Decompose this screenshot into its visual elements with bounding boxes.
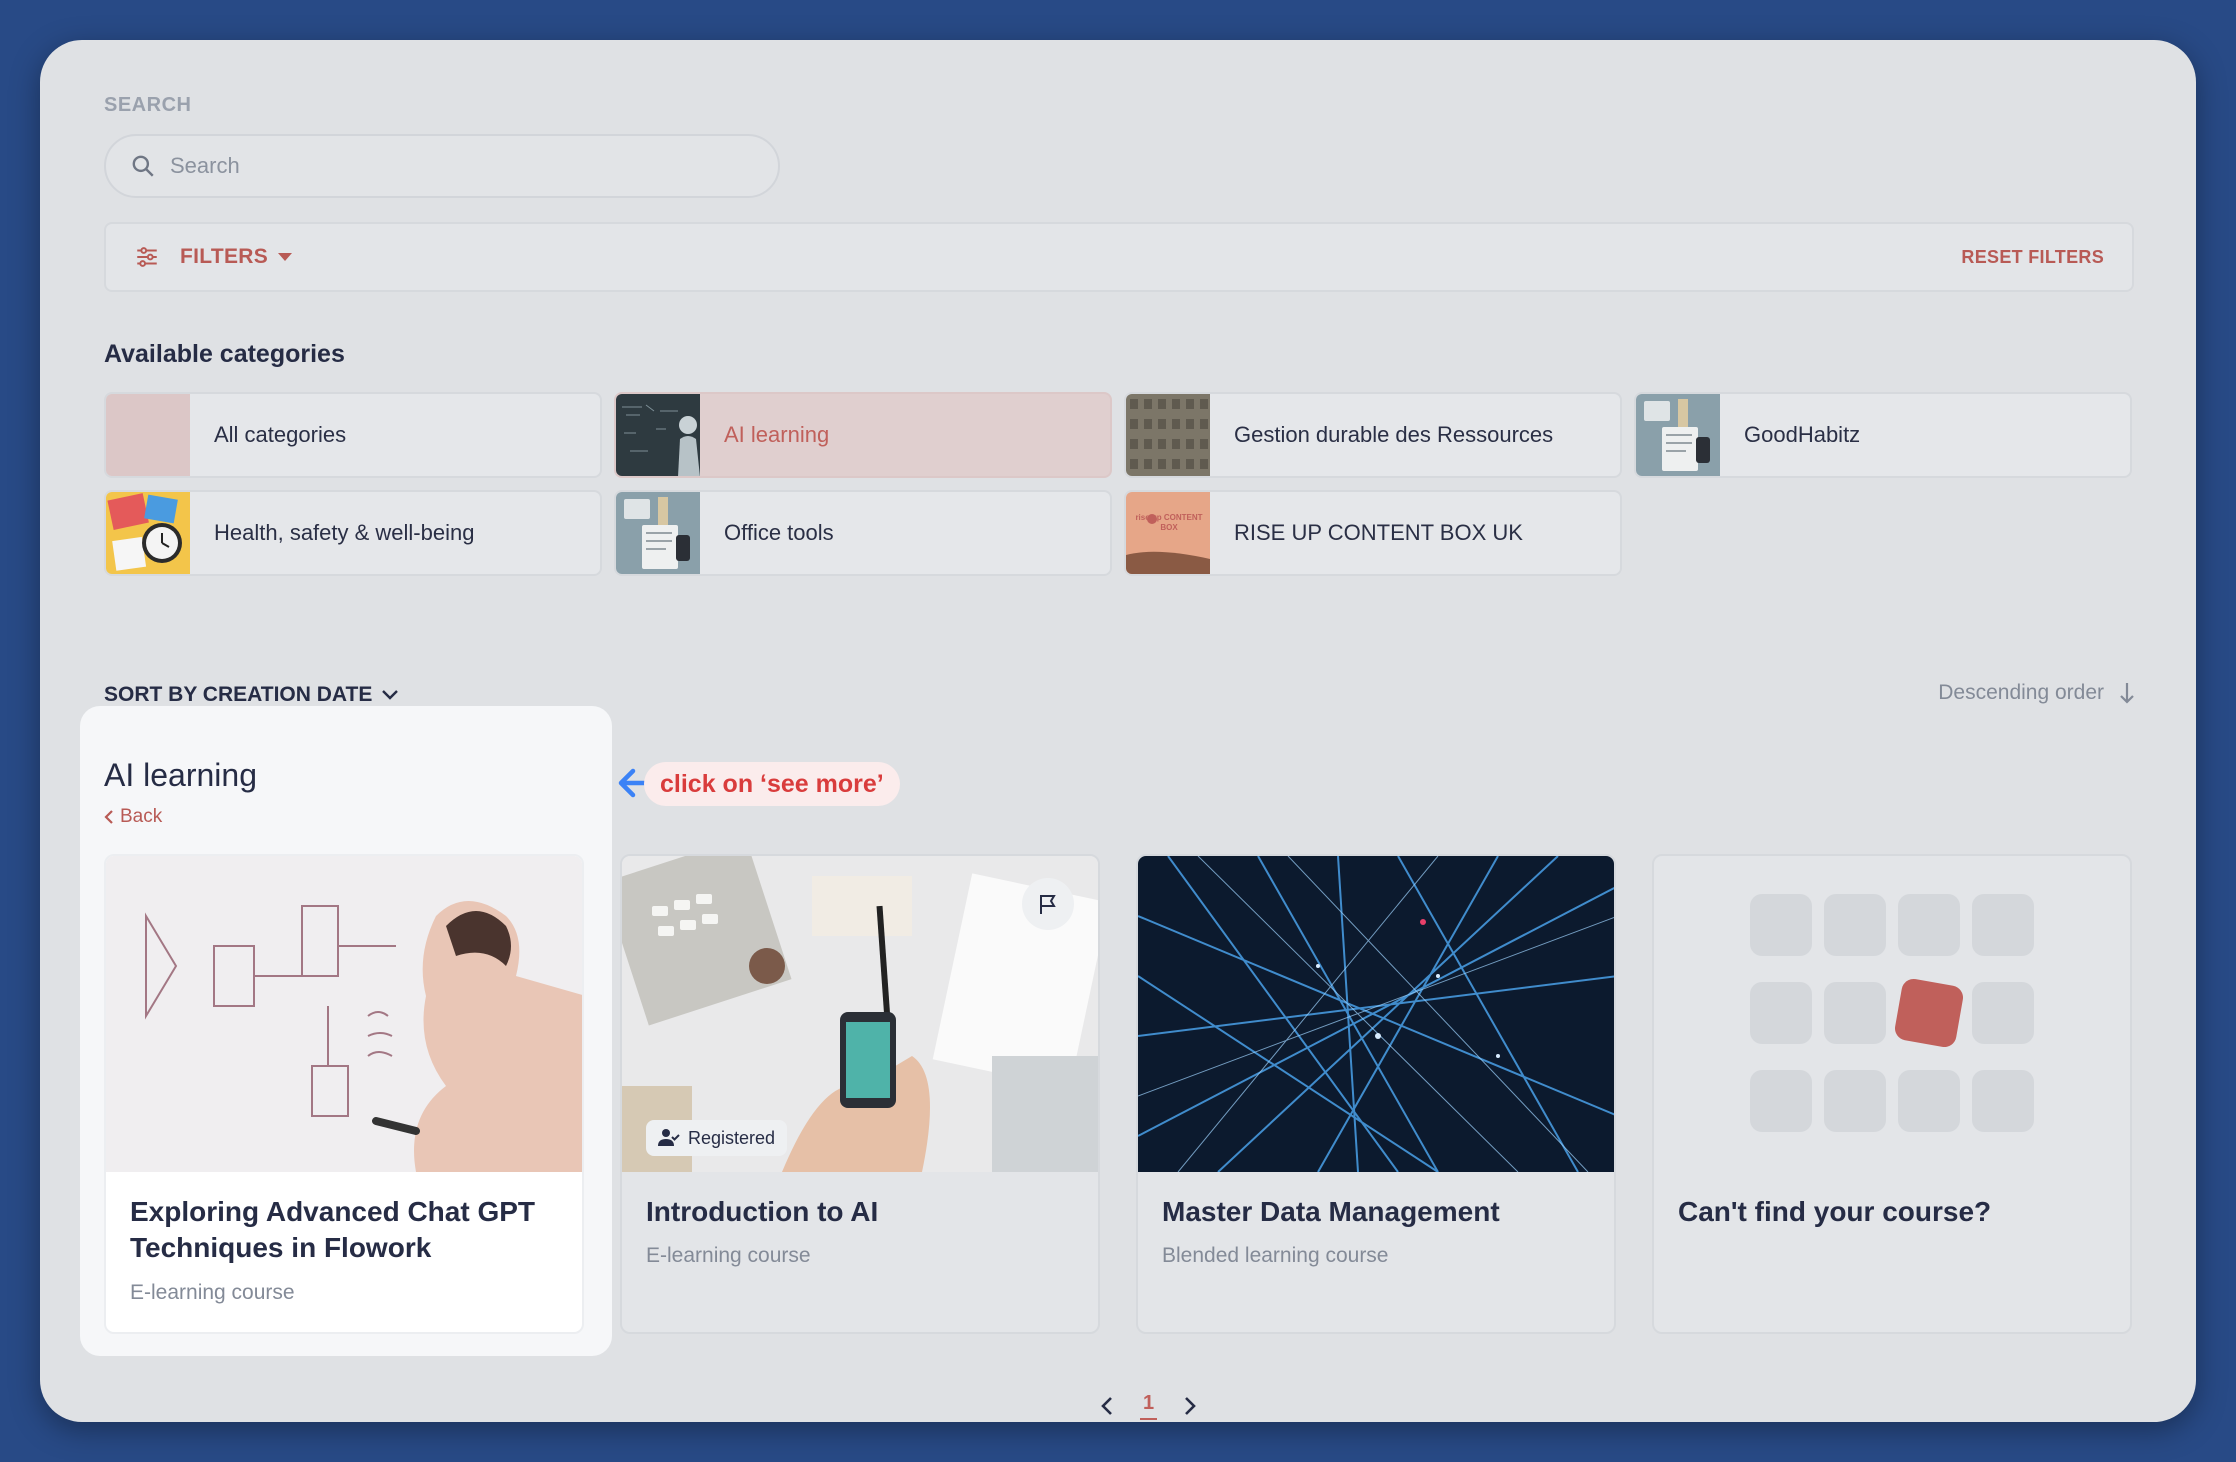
category-gestion-durable[interactable]: Gestion durable des Ressources (1124, 392, 1622, 478)
back-link[interactable]: Back (104, 806, 162, 828)
sort-order-label: Descending order (1938, 681, 2104, 704)
reset-filters-button[interactable]: RESET FILTERS (1961, 247, 2104, 268)
user-check-icon (658, 1129, 680, 1146)
search-input[interactable] (170, 153, 730, 179)
category-rise-up[interactable]: rise up CONTENT BOX RISE UP CONTENT BOX … (1124, 490, 1622, 576)
search-icon (132, 155, 154, 177)
filters-bar: FILTERS RESET FILTERS (104, 222, 2134, 292)
annotation-callout: click on ‘see more’ (644, 762, 900, 806)
category-thumbnail (1126, 394, 1210, 476)
course-card[interactable]: Registered Introduction to AI E-learning… (620, 854, 1100, 1334)
category-label: GoodHabitz (1744, 422, 1861, 447)
pagination: 1 (1100, 1392, 1197, 1420)
arrow-down-icon (2120, 683, 2134, 704)
category-thumbnail (616, 394, 700, 476)
back-label: Back (120, 806, 163, 827)
course-card[interactable]: Exploring Advanced Chat GPT Techniques i… (104, 854, 584, 1334)
course-title: Master Data Management (1162, 1196, 1500, 1227)
search-label: SEARCH (104, 94, 192, 116)
search-input-wrapper[interactable] (104, 134, 780, 198)
course-card[interactable]: Master Data Management Blended learning … (1136, 854, 1616, 1334)
badge-label: Registered (688, 1127, 776, 1148)
flag-icon (1040, 895, 1056, 914)
category-label: Health, safety & well-being (214, 520, 475, 545)
category-thumbnail (106, 492, 190, 574)
course-title: Exploring Advanced Chat GPT Techniques i… (130, 1196, 536, 1263)
registered-badge: Registered (646, 1120, 788, 1156)
category-thumbnail (106, 394, 190, 476)
category-thumbnail (616, 492, 700, 574)
chevron-left-icon[interactable] (1100, 1395, 1114, 1417)
course-type: E-learning course (646, 1244, 811, 1267)
category-label: Office tools (724, 520, 834, 545)
course-image (1138, 856, 1614, 1172)
course-image (106, 856, 582, 1172)
sliders-icon (137, 247, 157, 267)
category-ai-learning[interactable]: AI learning (614, 392, 1112, 478)
category-office-tools[interactable]: Office tools (614, 490, 1112, 576)
chevron-right-icon[interactable] (1183, 1395, 1197, 1417)
course-title: Can't find your course? (1678, 1196, 1992, 1227)
course-type: E-learning course (130, 1281, 295, 1304)
sort-by-dropdown[interactable]: SORT BY CREATION DATE (104, 683, 400, 707)
course-title: Introduction to AI (646, 1196, 879, 1227)
category-thumbnail: rise up CONTENT BOX (1126, 492, 1210, 574)
rise-up-logo-text: rise up CONTENT BOX (1135, 513, 1203, 532)
category-label: All categories (214, 422, 347, 447)
filters-button[interactable]: FILTERS (134, 244, 293, 270)
page-number[interactable]: 1 (1140, 1392, 1158, 1420)
course-type: Blended learning course (1162, 1244, 1389, 1267)
category-label: Gestion durable des Ressources (1234, 422, 1554, 447)
filters-label: FILTERS (180, 245, 269, 268)
chevron-down-icon (382, 690, 399, 700)
categories-title: Available categories (104, 340, 345, 368)
category-thumbnail (1636, 394, 1720, 476)
content: SEARCH FILTERS RESET FILTERS Available c… (40, 40, 2196, 1422)
category-label: AI learning (724, 422, 830, 447)
category-label: RISE UP CONTENT BOX UK (1234, 520, 1523, 545)
caret-down-icon (278, 253, 293, 261)
flag-button[interactable] (1022, 878, 1074, 930)
section-title: AI learning (104, 757, 257, 793)
category-all[interactable]: All categories (104, 392, 602, 478)
sort-label: SORT BY CREATION DATE (104, 683, 373, 706)
category-goodhabitz[interactable]: GoodHabitz (1634, 392, 2132, 478)
sort-order-toggle[interactable]: Descending order (1938, 681, 2136, 705)
cant-find-course-card[interactable]: Can't find your course? (1652, 854, 2132, 1334)
category-health-safety[interactable]: Health, safety & well-being (104, 490, 602, 576)
grid-illustration (1750, 894, 2034, 1132)
chevron-left-icon (104, 810, 113, 824)
